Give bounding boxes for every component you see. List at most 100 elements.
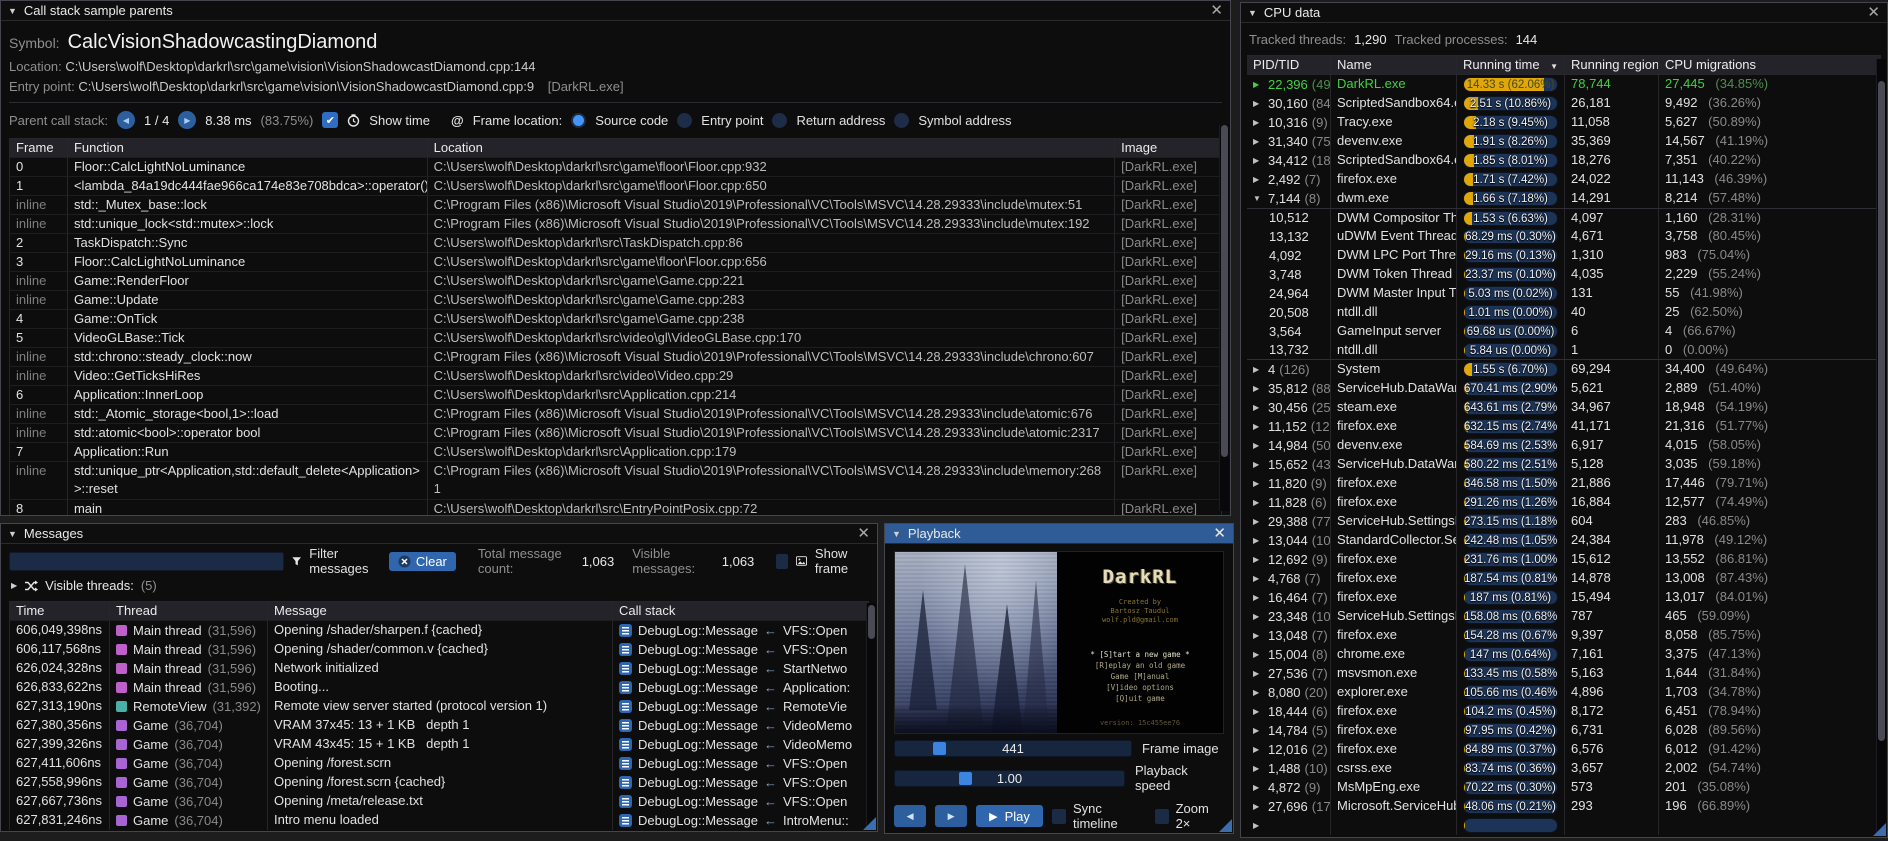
cpu-process-row[interactable]: ▶ 29,388 (77) ServiceHub.SettingsHost 27… bbox=[1247, 512, 1881, 531]
callstack-entry[interactable]: DebugLog::Message bbox=[638, 641, 758, 659]
sync-timeline-checkbox[interactable] bbox=[1052, 809, 1066, 824]
collapse-triangle-icon[interactable]: ▼ bbox=[892, 529, 901, 539]
expand-arrow-icon[interactable]: ▶ bbox=[1253, 798, 1264, 816]
callstack-list-icon[interactable] bbox=[619, 624, 632, 637]
callstack-list-icon[interactable] bbox=[619, 738, 632, 751]
slider-thumb[interactable] bbox=[933, 742, 946, 755]
callstack-caller[interactable]: VFS::Open bbox=[783, 622, 847, 640]
col-cpu-migrations[interactable]: CPU migrations bbox=[1659, 56, 1871, 74]
cpu-process-row[interactable]: ▶ bbox=[1247, 816, 1881, 835]
collapse-triangle-icon[interactable]: ▼ bbox=[1248, 8, 1257, 18]
expand-arrow-icon[interactable]: ▶ bbox=[1253, 646, 1264, 664]
cpu-process-row[interactable]: ▶ 30,160 (84) ScriptedSandbox64.exe 2.51… bbox=[1247, 94, 1881, 113]
step-forward-button[interactable]: ▶ bbox=[935, 805, 967, 827]
cpu-process-row[interactable]: ▶ 13,044 (10) StandardCollector.Servic 2… bbox=[1247, 531, 1881, 550]
callstack-list-icon[interactable] bbox=[619, 757, 632, 770]
expand-arrow-icon[interactable]: ▶ bbox=[1253, 532, 1264, 550]
callstack-window-titlebar[interactable]: ▼ Call stack sample parents ✕ bbox=[1, 1, 1230, 21]
show-time-checkbox[interactable]: ✔ bbox=[322, 112, 338, 128]
col-name[interactable]: Name bbox=[1331, 56, 1457, 74]
callstack-entry[interactable]: DebugLog::Message bbox=[638, 755, 758, 773]
callstack-frame-row[interactable]: inline std::unique_ptr<Application,std::… bbox=[10, 462, 1221, 500]
resize-grip[interactable] bbox=[1873, 823, 1886, 836]
cpu-process-row[interactable]: ▶ 23,348 (106) ServiceHub.SettingsHost 1… bbox=[1247, 607, 1881, 626]
cpu-process-row[interactable]: ▶ 1,488 (10) csrss.exe 83.74 ms (0.36%) … bbox=[1247, 759, 1881, 778]
radio-symbol-address[interactable] bbox=[894, 113, 909, 128]
callstack-frame-row[interactable]: 3 Floor::CalcLightNoLuminance C:\Users\w… bbox=[10, 253, 1221, 272]
expand-arrow-icon[interactable]: ▶ bbox=[1253, 760, 1264, 778]
close-icon[interactable]: ✕ bbox=[1213, 527, 1226, 541]
callstack-frame-row[interactable]: 0 Floor::CalcLightNoLuminance C:\Users\w… bbox=[10, 158, 1221, 177]
cpu-process-row[interactable]: ▶ 15,652 (43) ServiceHub.DataWarehou 580… bbox=[1247, 455, 1881, 474]
callstack-list-icon[interactable] bbox=[619, 814, 632, 827]
expand-arrow-icon[interactable]: ▶ bbox=[1253, 494, 1264, 512]
cpu-process-row[interactable]: ▶ 10,316 (9) Tracy.exe 2.18 s (9.45%) 11… bbox=[1247, 113, 1881, 132]
expand-arrow-icon[interactable]: ▶ bbox=[1253, 703, 1264, 721]
cpu-process-row[interactable]: ▶ 4,768 (7) firefox.exe 187.54 ms (0.81%… bbox=[1247, 569, 1881, 588]
message-row[interactable]: 627,411,606ns Game (36,704) Opening /for… bbox=[10, 754, 868, 773]
cpu-scrollbar[interactable] bbox=[1876, 59, 1886, 833]
cpu-process-row[interactable]: ▶ 14,984 (50) devenv.exe 584.69 ms (2.53… bbox=[1247, 436, 1881, 455]
message-row[interactable]: 627,558,996ns Game (36,704) Opening /for… bbox=[10, 773, 868, 792]
visible-threads-label[interactable]: Visible threads: bbox=[45, 578, 134, 593]
cpu-scrollbar-thumb[interactable] bbox=[1878, 81, 1885, 741]
radio-entry-point[interactable] bbox=[677, 113, 692, 128]
expand-arrow-icon[interactable]: ▶ bbox=[1253, 114, 1264, 132]
cpu-process-row[interactable]: 10,512 DWM Compositor Thread 1.53 s (6.6… bbox=[1247, 208, 1881, 227]
cpu-table-header[interactable]: PID/TID Name Running time ▼ Running regi… bbox=[1247, 56, 1881, 75]
callstack-caller[interactable]: VFS::Open bbox=[783, 641, 847, 659]
expand-arrow-icon[interactable]: ▶ bbox=[1253, 779, 1264, 797]
callstack-entry[interactable]: DebugLog::Message bbox=[638, 717, 758, 735]
message-row[interactable]: 627,667,736ns Game (36,704) Opening /met… bbox=[10, 792, 868, 811]
collapse-triangle-icon[interactable]: ▼ bbox=[8, 6, 17, 16]
cpu-process-row[interactable]: ▶ 22,396 (49) DarkRL.exe 14.33 s (62.06%… bbox=[1247, 75, 1881, 94]
cpu-process-row[interactable]: ▶ 8,080 (20) explorer.exe 105.66 ms (0.4… bbox=[1247, 683, 1881, 702]
playback-window-titlebar[interactable]: ▼ Playback ✕ bbox=[885, 524, 1233, 544]
cpu-process-row[interactable]: ▶ 30,456 (25) steam.exe 643.61 ms (2.79%… bbox=[1247, 398, 1881, 417]
cpu-process-row[interactable]: 3,564 GameInput server 69.68 us (0.00%) … bbox=[1247, 322, 1881, 341]
close-icon[interactable]: ✕ bbox=[1867, 6, 1880, 20]
expand-triangle-icon[interactable]: ▶ bbox=[11, 581, 17, 590]
callstack-list-icon[interactable] bbox=[619, 700, 632, 713]
callstack-frame-row[interactable]: 8 main C:\Users\wolf\Desktop\darkrl\src\… bbox=[10, 500, 1221, 516]
callstack-frame-row[interactable]: inline std::unique_lock<std::mutex>::loc… bbox=[10, 215, 1221, 234]
prev-callstack-button[interactable]: ◀ bbox=[117, 111, 135, 129]
expand-arrow-icon[interactable]: ▶ bbox=[1253, 627, 1264, 645]
callstack-caller[interactable]: VFS::Open bbox=[783, 755, 847, 773]
callstack-scrollbar-thumb[interactable] bbox=[1221, 125, 1228, 457]
callstack-caller[interactable]: VFS::Open bbox=[783, 774, 847, 792]
zoom-2x-checkbox[interactable] bbox=[1155, 809, 1169, 824]
cpu-process-row[interactable]: ▶ 12,016 (2) firefox.exe 84.89 ms (0.37%… bbox=[1247, 740, 1881, 759]
callstack-list-icon[interactable] bbox=[619, 643, 632, 656]
message-row[interactable]: 626,024,328ns Main thread (31,596) Netwo… bbox=[10, 659, 868, 678]
cpu-process-row[interactable]: ▶ 11,820 (9) firefox.exe 346.58 ms (1.50… bbox=[1247, 474, 1881, 493]
callstack-frame-row[interactable]: inline Game::Update C:\Users\wolf\Deskto… bbox=[10, 291, 1221, 310]
expand-arrow-icon[interactable]: ▶ bbox=[1253, 589, 1264, 607]
close-icon[interactable]: ✕ bbox=[1210, 4, 1223, 18]
cpu-process-row[interactable]: ▶ 4 (126) System 1.55 s (6.70%) 69,294 bbox=[1247, 360, 1881, 379]
callstack-frame-row[interactable]: 4 Game::OnTick C:\Users\wolf\Desktop\dar… bbox=[10, 310, 1221, 329]
expand-arrow-icon[interactable]: ▶ bbox=[1253, 152, 1264, 170]
cpu-process-row[interactable]: ▶ 15,004 (8) chrome.exe 147 ms (0.64%) 7… bbox=[1247, 645, 1881, 664]
callstack-scrollbar[interactable] bbox=[1219, 125, 1229, 511]
message-filter-input[interactable] bbox=[9, 552, 284, 571]
expand-arrow-icon[interactable]: ▶ bbox=[1253, 817, 1264, 835]
expand-arrow-icon[interactable]: ▶ bbox=[1253, 513, 1264, 531]
radio-source-code[interactable] bbox=[571, 113, 586, 128]
cpu-process-row[interactable]: 3,748 DWM Token Thread 23.37 ms (0.10%) … bbox=[1247, 265, 1881, 284]
expand-arrow-icon[interactable]: ▶ bbox=[1253, 133, 1264, 151]
callstack-list-icon[interactable] bbox=[619, 795, 632, 808]
cpu-process-row[interactable]: 13,732 ntdll.dll 5.84 us (0.00%) 1 bbox=[1247, 341, 1881, 360]
step-back-button[interactable]: ◀ bbox=[894, 805, 926, 827]
callstack-caller[interactable]: VideoMemo bbox=[783, 717, 852, 735]
expand-arrow-icon[interactable]: ▶ bbox=[1253, 475, 1264, 493]
message-row[interactable]: 627,380,356ns Game (36,704) VRAM 37x45: … bbox=[10, 716, 868, 735]
message-row[interactable]: 606,117,568ns Main thread (31,596) Openi… bbox=[10, 640, 868, 659]
expand-arrow-icon[interactable]: ▶ bbox=[1253, 665, 1264, 683]
expand-arrow-icon[interactable]: ▶ bbox=[1253, 171, 1264, 189]
cpu-window-titlebar[interactable]: ▼ CPU data ✕ bbox=[1241, 3, 1887, 23]
message-row[interactable]: 627,831,246ns Game (36,704) Intro menu l… bbox=[10, 811, 868, 830]
callstack-entry[interactable]: DebugLog::Message bbox=[638, 679, 758, 697]
callstack-caller[interactable]: Application: bbox=[783, 679, 850, 697]
cpu-process-row[interactable]: ▼ 7,144 (8) dwm.exe 1.66 s (7.18%) 14,29… bbox=[1247, 189, 1881, 208]
